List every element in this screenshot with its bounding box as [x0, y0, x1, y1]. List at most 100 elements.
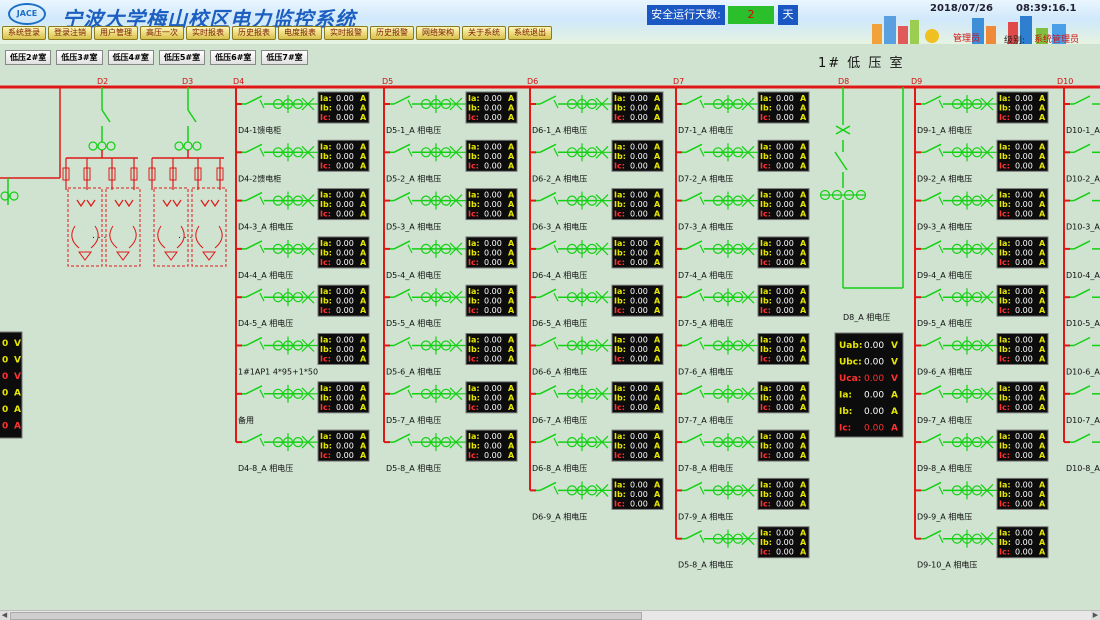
- breaker-switch-icon[interactable]: [390, 95, 468, 113]
- feeder-row: Ia: 0.00 A Ib: 0.00 A Ic: 0.00 A D9-4_A 相电压: [915, 236, 1049, 280]
- breaker-switch-icon[interactable]: [242, 191, 320, 210]
- breaker-switch-icon[interactable]: [390, 191, 468, 210]
- feeder-row: Ia: 0.00 A Ib: 0.00 A Ic: 0.00 A D5-8_A 相电压: [676, 526, 810, 570]
- breaker-switch-icon[interactable]: [921, 239, 999, 258]
- feeder-label: D7-5_A 相电压: [678, 318, 733, 328]
- breaker-switch-icon[interactable]: [921, 384, 999, 403]
- capacitor-icon: [78, 251, 92, 261]
- meter-label: Ib:: [320, 442, 332, 451]
- breaker-switch-icon[interactable]: [242, 95, 320, 113]
- d8-meter-label: Uab:: [839, 341, 862, 351]
- menu-high-voltage[interactable]: 高压一次: [140, 26, 184, 40]
- meter-value: 0.00: [484, 239, 502, 248]
- breaker-switch-icon[interactable]: [1070, 240, 1100, 250]
- menu-user-management[interactable]: 用户管理: [94, 26, 138, 40]
- meter-unit: A: [654, 499, 661, 508]
- breaker-switch-icon[interactable]: [390, 239, 468, 258]
- breaker-switch-icon[interactable]: [1070, 336, 1100, 347]
- breaker-switch-icon[interactable]: [682, 433, 760, 452]
- breaker-switch-icon[interactable]: [921, 143, 999, 162]
- isolator-switch-icon[interactable]: [834, 151, 848, 171]
- breaker-switch-icon[interactable]: [390, 433, 468, 452]
- meter-value: 0.00: [776, 142, 794, 151]
- breaker-switch-icon[interactable]: [536, 433, 614, 452]
- meter-unit: A: [800, 499, 807, 508]
- breaker-switch-icon[interactable]: [242, 384, 320, 403]
- breaker-switch-icon[interactable]: [1070, 433, 1100, 443]
- breaker-switch-icon[interactable]: [242, 288, 320, 307]
- breaker-switch-icon[interactable]: [682, 288, 760, 307]
- menu-logout[interactable]: 登录注销: [48, 26, 92, 40]
- breaker-switch-icon[interactable]: [242, 239, 320, 258]
- menu-network[interactable]: 网络架构: [416, 26, 460, 40]
- breaker-switch-icon[interactable]: [536, 239, 614, 258]
- breaker-switch-icon[interactable]: [390, 336, 468, 355]
- meter-value: 0.00: [630, 499, 648, 508]
- breaker-switch-icon[interactable]: [682, 481, 760, 500]
- meter-unit: A: [508, 113, 515, 122]
- breaker-switch-icon[interactable]: [536, 288, 614, 307]
- breaker-switch-icon[interactable]: [682, 384, 760, 403]
- breaker-switch-icon[interactable]: [536, 191, 614, 210]
- feeder-column-d6: Ia: 0.00 A Ib: 0.00 A Ic: 0.00 A D6-1_A 相电压 Ia: 0.0…: [529, 87, 664, 521]
- current-meter: Ia: 0.00 A Ib: 0.00 A Ic: 0.00 A: [465, 333, 518, 365]
- tab-room-6[interactable]: 低压6#室: [210, 50, 257, 65]
- breaker-switch-icon[interactable]: [921, 288, 999, 307]
- tab-room-3[interactable]: 低压3#室: [56, 50, 103, 65]
- meter-unit: A: [654, 200, 661, 209]
- breaker-switch-icon[interactable]: [682, 143, 760, 162]
- breaker-switch-icon[interactable]: [242, 433, 320, 452]
- breaker-switch-icon[interactable]: [921, 529, 999, 548]
- breaker-switch-icon[interactable]: [921, 95, 999, 113]
- meter-unit: A: [654, 152, 661, 161]
- breaker-switch-icon[interactable]: [921, 336, 999, 355]
- menu-exit[interactable]: 系统退出: [508, 26, 552, 40]
- breaker-switch-icon[interactable]: [536, 336, 614, 355]
- breaker-switch-icon[interactable]: [536, 384, 614, 403]
- breaker-switch-icon[interactable]: [682, 191, 760, 210]
- tab-room-4[interactable]: 低压4#室: [107, 50, 154, 65]
- menu-energy-report[interactable]: 电度报表: [278, 26, 322, 40]
- feeder-label: D7-4_A 相电压: [678, 270, 733, 280]
- tab-room-5[interactable]: 低压5#室: [158, 50, 206, 65]
- menu-history-report[interactable]: 历史报表: [232, 26, 276, 40]
- breaker-switch-icon[interactable]: [1070, 95, 1100, 105]
- breaker-switch-icon[interactable]: [921, 191, 999, 210]
- breaker-switch-icon[interactable]: [1070, 191, 1100, 202]
- breaker-switch-icon[interactable]: [921, 433, 999, 452]
- meter-value: 0.00: [336, 393, 354, 402]
- bus-label-d7: D7: [673, 77, 684, 86]
- breaker-switch-icon[interactable]: [921, 481, 999, 500]
- tab-room-7[interactable]: 低压7#室: [261, 50, 308, 65]
- breaker-switch-icon[interactable]: [536, 481, 614, 500]
- breaker-switch-icon[interactable]: [682, 336, 760, 355]
- breaker-switch-icon[interactable]: [390, 384, 468, 403]
- breaker-switch-icon[interactable]: [682, 95, 760, 113]
- meter-value: 0.00: [776, 161, 794, 170]
- breaker-switch-icon[interactable]: [1070, 288, 1100, 298]
- breaker-switch-icon[interactable]: [390, 143, 468, 162]
- menu-history-alarm[interactable]: 历史报警: [370, 26, 414, 40]
- breaker-switch-icon[interactable]: [536, 143, 614, 162]
- meter-unit: A: [654, 336, 661, 345]
- breaker-switch-icon[interactable]: [242, 143, 320, 162]
- breaker-switch-icon[interactable]: [242, 336, 320, 355]
- breaker-switch-icon[interactable]: [682, 529, 760, 548]
- meter-unit: A: [360, 113, 367, 122]
- menu-about[interactable]: 关于系统: [462, 26, 506, 40]
- current-meter: Ia: 0.00 A Ib: 0.00 A Ic: 0.00 A: [465, 91, 518, 124]
- meter-unit: A: [360, 297, 367, 306]
- breaker-switch-icon[interactable]: [390, 288, 468, 307]
- fuse-switch-icon[interactable]: [835, 125, 851, 135]
- tab-room-2[interactable]: 低压2#室: [5, 50, 52, 65]
- meter-value: 0.00: [336, 336, 354, 345]
- breaker-switch-icon[interactable]: [1070, 385, 1100, 395]
- breaker-switch-icon[interactable]: [536, 95, 614, 113]
- breaker-switch-icon[interactable]: [1070, 143, 1100, 154]
- isolator-switch-icon[interactable]: [187, 109, 197, 123]
- menu-realtime-alarm[interactable]: 实时报警: [324, 26, 368, 40]
- menu-login[interactable]: 系统登录: [2, 26, 46, 40]
- breaker-switch-icon[interactable]: [682, 239, 760, 258]
- menu-realtime-report[interactable]: 实时报表: [186, 26, 230, 40]
- isolator-switch-icon[interactable]: [101, 109, 111, 123]
